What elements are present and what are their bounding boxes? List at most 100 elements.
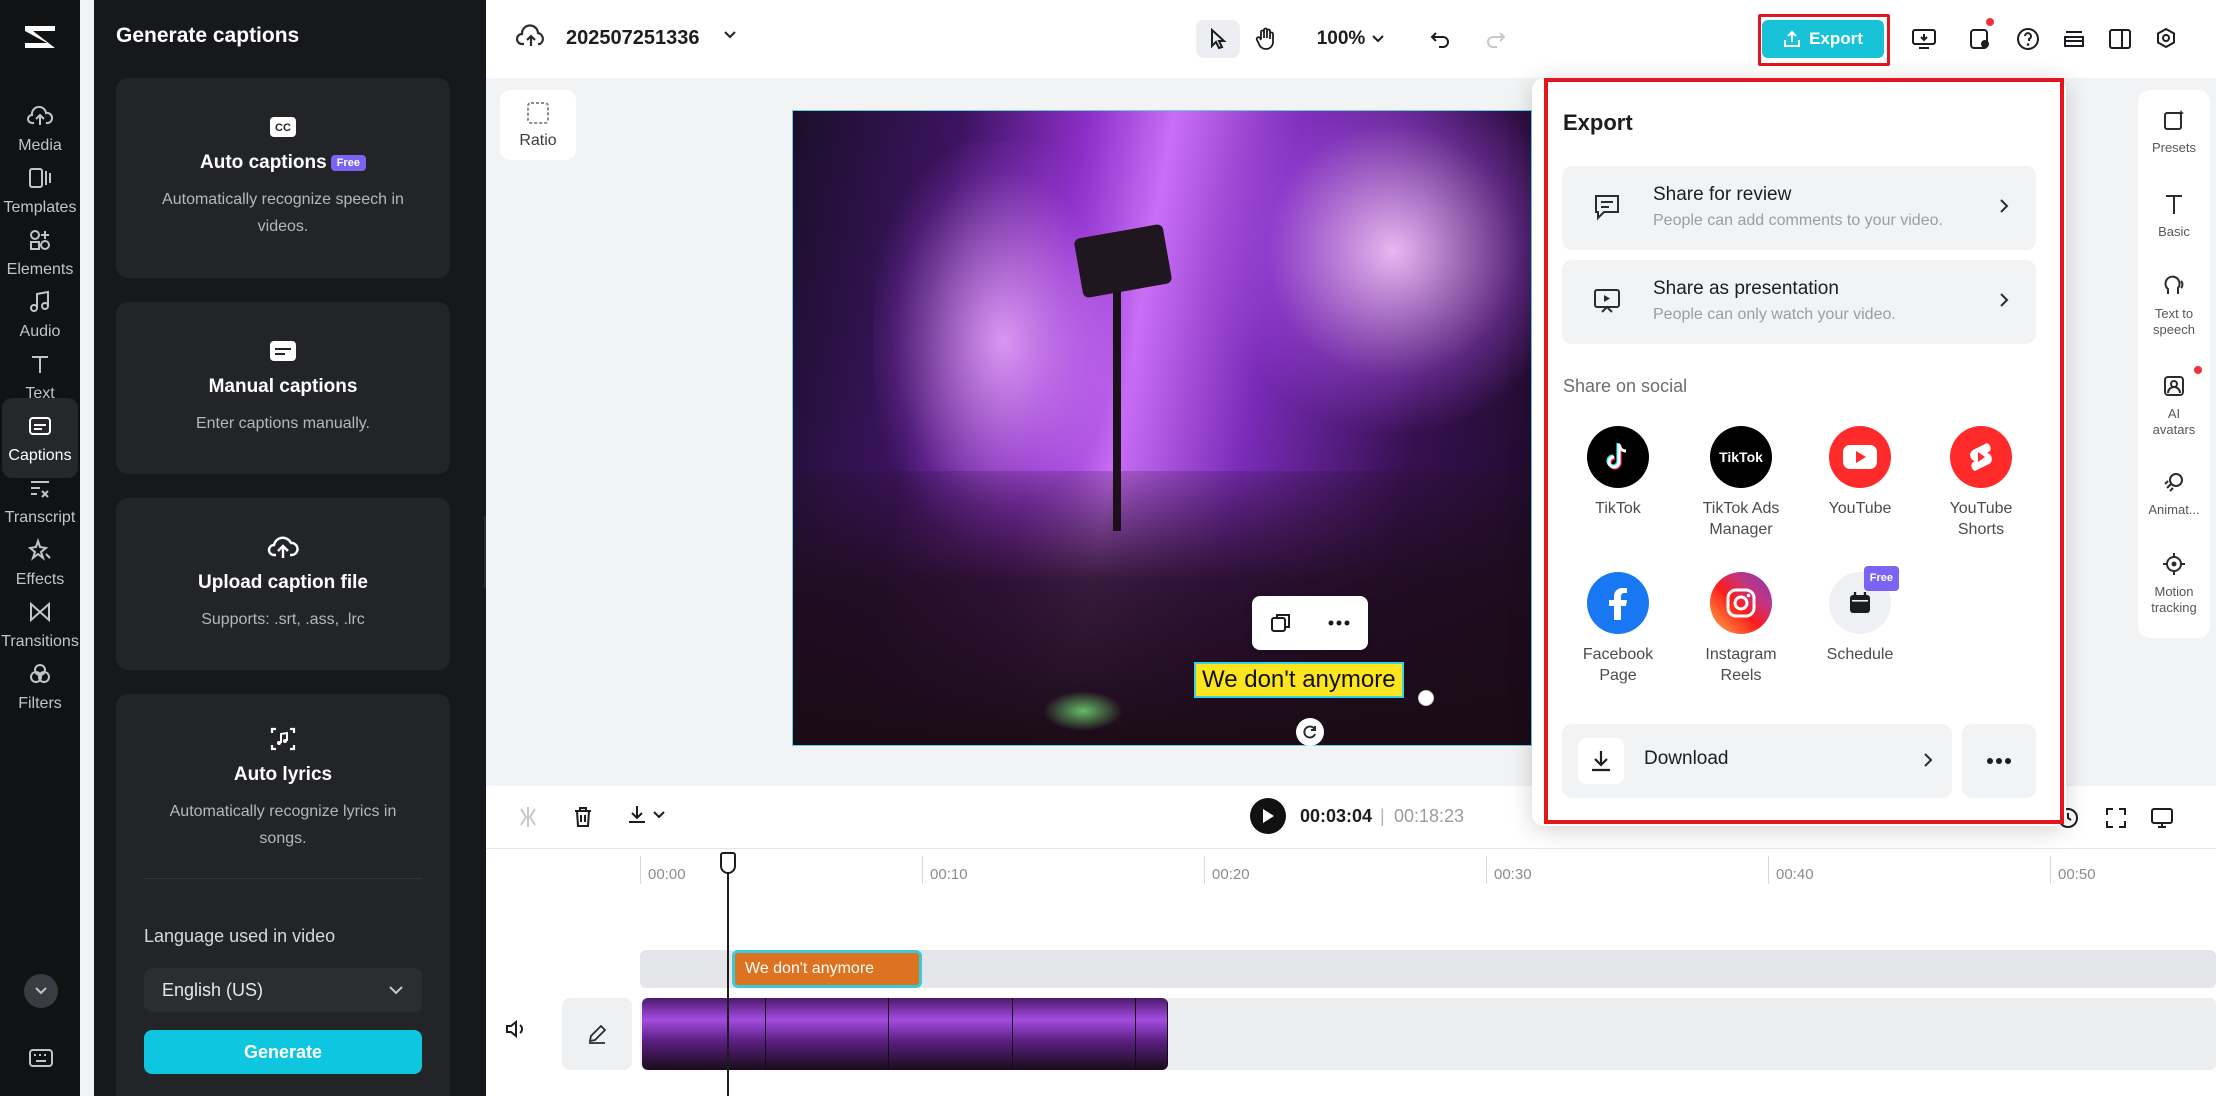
- current-time: 00:03:04: [1300, 806, 1373, 826]
- pointer-icon: [1211, 28, 1227, 50]
- delete-icon[interactable]: [572, 806, 594, 828]
- text-clip[interactable]: We don't anymore: [732, 950, 922, 988]
- play-button[interactable]: [1250, 798, 1286, 834]
- playhead-handle[interactable]: [720, 852, 736, 874]
- download-clip-button[interactable]: [626, 804, 666, 826]
- auto-lyrics-option[interactable]: Auto lyrics Automatically recognize lyri…: [116, 724, 450, 852]
- help-button[interactable]: [2008, 20, 2048, 58]
- presets-tool[interactable]: Presets: [2138, 104, 2210, 156]
- share-facebook-page[interactable]: Facebook Page: [1563, 572, 1673, 686]
- hand-tool-button[interactable]: [1246, 20, 1286, 58]
- share-youtube-shorts[interactable]: YouTube Shorts: [1926, 426, 2036, 540]
- share-schedule[interactable]: Free Schedule: [1805, 566, 1915, 665]
- ratio-label: Ratio: [519, 132, 557, 149]
- ruler-label: 00:50: [2058, 866, 2096, 883]
- youtube-icon: [1829, 426, 1891, 488]
- video-clip[interactable]: [642, 998, 1168, 1070]
- track-volume-button[interactable]: [504, 1018, 528, 1045]
- share-instagram-reels[interactable]: Instagram Reels: [1686, 572, 1796, 686]
- zoom-select[interactable]: 100%: [1306, 20, 1396, 58]
- ruler-tick: [640, 856, 641, 884]
- share-for-review-option[interactable]: Share for review People can add comments…: [1562, 166, 2036, 250]
- chevron-down-icon: [389, 986, 403, 995]
- left-rail: Media Templates Elements Audio Text Capt…: [0, 0, 80, 1096]
- top-bar: 202507251336 100% Export: [486, 0, 2216, 78]
- export-button[interactable]: Export: [1762, 20, 1884, 58]
- layers-button[interactable]: [2054, 20, 2094, 58]
- text-to-speech-tool[interactable]: Text to speech: [2138, 270, 2210, 338]
- ruler-label: 00:30: [1494, 866, 1532, 883]
- export-menu-title: Export: [1563, 110, 1633, 135]
- cloud-upload-icon: [25, 101, 55, 131]
- basic-tool[interactable]: Basic: [2138, 188, 2210, 240]
- cloud-upload-icon: [266, 532, 300, 562]
- upload-caption-card[interactable]: Upload caption file Supports: .srt, .ass…: [116, 498, 450, 670]
- social-label: Schedule: [1826, 646, 1894, 663]
- redo-button[interactable]: [1476, 20, 1516, 58]
- free-badge: Free: [330, 154, 366, 171]
- device-settings-icon: [1970, 29, 1989, 49]
- preview-monitor-icon[interactable]: [2150, 806, 2174, 830]
- chevron-right-icon: [2000, 199, 2009, 213]
- settings-button[interactable]: [2146, 20, 2186, 58]
- calendar-icon: Free: [1829, 566, 1899, 634]
- ai-avatars-tool[interactable]: AI avatars: [2138, 370, 2210, 438]
- caption-text-overlay[interactable]: We don't anymore: [1194, 662, 1404, 698]
- filters-icon: [25, 659, 55, 689]
- more-export-options-button[interactable]: [1962, 724, 2036, 798]
- clip-thumbnail: [1012, 998, 1137, 1070]
- share-youtube[interactable]: YouTube: [1805, 426, 1915, 519]
- captions-icon: [25, 411, 55, 441]
- transitions-icon: [25, 597, 55, 627]
- stage-light: [1213, 111, 1531, 431]
- card-title: Manual captions: [208, 376, 358, 397]
- select-tool-button[interactable]: [1196, 20, 1240, 58]
- share-as-presentation-option[interactable]: Share as presentation People can only wa…: [1562, 260, 2036, 344]
- chevron-down-icon[interactable]: [722, 28, 738, 46]
- download-option[interactable]: Download: [1562, 724, 1952, 798]
- split-icon[interactable]: [518, 806, 538, 828]
- resize-handle[interactable]: [1418, 690, 1434, 706]
- ruler-tick: [1486, 856, 1487, 884]
- language-select[interactable]: English (US): [144, 968, 422, 1012]
- templates-icon: [25, 163, 55, 193]
- share-tiktok-ads-manager[interactable]: TikTok TikTok Ads Manager: [1686, 426, 1796, 540]
- chevron-down-icon: [35, 987, 47, 995]
- present-button[interactable]: [1904, 20, 1944, 58]
- presentation-icon: [1594, 289, 1620, 313]
- cover-edit-button[interactable]: [562, 998, 632, 1070]
- chevron-right-icon: [1924, 753, 1933, 767]
- download-icon: [629, 806, 645, 823]
- video-preview[interactable]: [792, 110, 1532, 746]
- more-tools-button[interactable]: [24, 974, 58, 1008]
- ruler-tick: [1768, 856, 1769, 884]
- rail-item-filters[interactable]: Filters: [2, 646, 78, 726]
- fullscreen-icon[interactable]: [2104, 806, 2128, 830]
- manual-captions-card[interactable]: Manual captions Enter captions manually.: [116, 302, 450, 474]
- rotate-handle[interactable]: [1296, 718, 1324, 746]
- keyboard-shortcuts-button[interactable]: [24, 1044, 58, 1072]
- ratio-button[interactable]: Ratio: [500, 90, 576, 160]
- undo-button[interactable]: [1420, 20, 1460, 58]
- notifications-button[interactable]: [1960, 20, 2000, 58]
- animation-tool[interactable]: Animat...: [2138, 466, 2210, 518]
- duplicate-icon[interactable]: [1269, 611, 1293, 635]
- auto-captions-card[interactable]: CC Auto captions Free Automatically recog…: [116, 78, 450, 278]
- ruler-label: 00:00: [648, 866, 686, 883]
- share-tiktok[interactable]: TikTok: [1563, 426, 1673, 519]
- generate-button[interactable]: Generate: [144, 1030, 422, 1074]
- export-label: Export: [1809, 29, 1863, 48]
- motion-tracking-tool[interactable]: Motion tracking: [2138, 548, 2210, 616]
- instagram-icon: [1710, 572, 1772, 634]
- tool-label: Presets: [2151, 140, 2197, 155]
- capcut-logo-icon[interactable]: [20, 22, 60, 56]
- target-icon: [2144, 548, 2204, 580]
- tiktok-ads-logo: TikTok: [1719, 448, 1763, 465]
- more-options-icon[interactable]: [1327, 619, 1351, 627]
- layout-toggle-button[interactable]: [2100, 20, 2140, 58]
- cloud-sync-icon[interactable]: [515, 24, 546, 55]
- project-name[interactable]: 202507251336: [566, 27, 699, 50]
- tool-label: Motion tracking: [2151, 584, 2197, 615]
- playhead[interactable]: [727, 852, 729, 1096]
- clip-thumbnail: [1136, 998, 1168, 1070]
